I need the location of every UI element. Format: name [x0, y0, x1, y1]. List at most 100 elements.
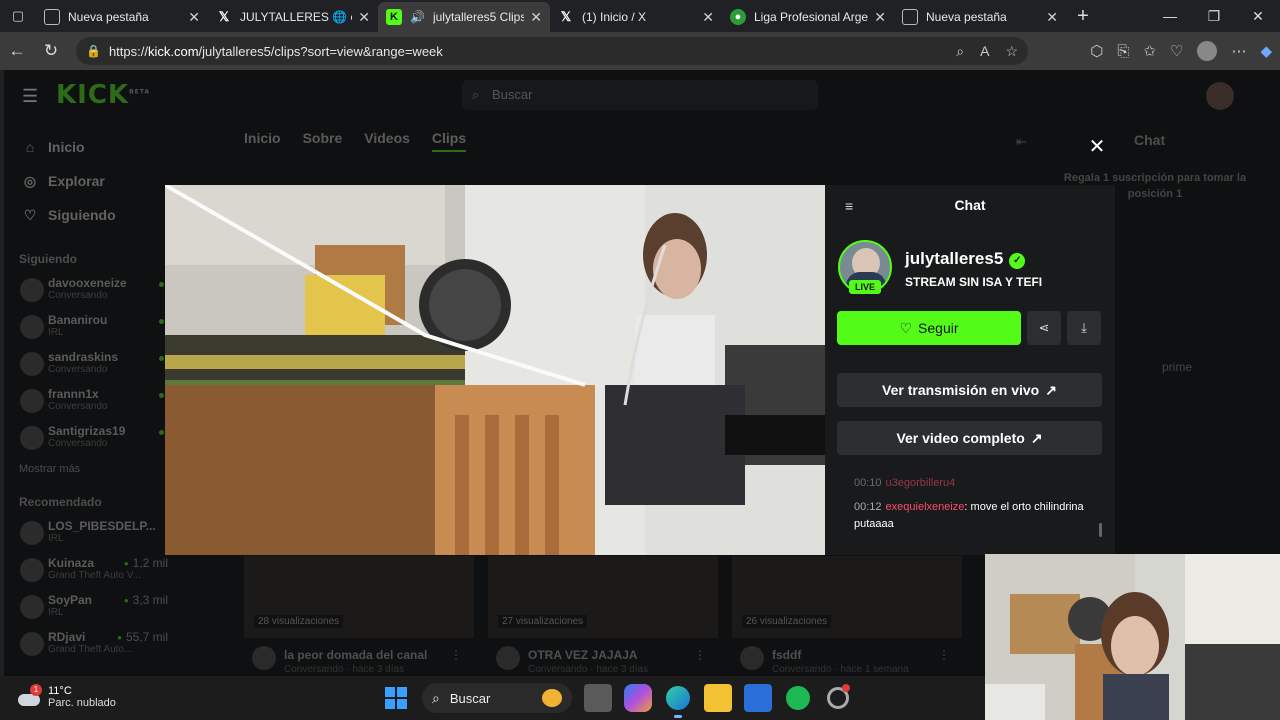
- prime-text: prime: [1162, 360, 1193, 374]
- tab-videos[interactable]: Videos: [364, 130, 410, 152]
- kick-top-nav: ☰ KICKBETA ⌕ Buscar: [4, 70, 1280, 122]
- more-options-icon[interactable]: ⋯: [1231, 42, 1246, 60]
- reload-icon[interactable]: ↻: [34, 41, 68, 61]
- clip-title[interactable]: OTRA VEZ JAJAJA: [528, 648, 638, 662]
- tab-liga-profesional[interactable]: ● Liga Profesional Argen ✕: [722, 2, 894, 32]
- clip-menu-icon[interactable]: ⋮: [694, 648, 706, 662]
- tab-inicio[interactable]: Inicio: [244, 130, 281, 152]
- settings-app-icon[interactable]: [824, 684, 852, 712]
- split-screen-icon[interactable]: ⎘: [1117, 43, 1129, 60]
- clip-title[interactable]: la peor domada del canal: [284, 648, 427, 662]
- close-tab-icon[interactable]: ✕: [874, 9, 886, 26]
- profile-avatar[interactable]: [1197, 41, 1218, 61]
- avatar: [20, 278, 44, 302]
- taskbar-search[interactable]: ⌕ Buscar: [422, 683, 572, 713]
- close-tab-icon[interactable]: ✕: [358, 9, 370, 26]
- close-tab-icon[interactable]: ✕: [188, 9, 200, 26]
- new-tab-button[interactable]: +: [1066, 5, 1100, 28]
- x-logo-icon: 𝕏: [218, 9, 230, 24]
- taskbar: 1 11°C Parc. nublado ⌕ Buscar: [0, 676, 985, 720]
- weather-widget[interactable]: 1 11°C Parc. nublado: [16, 684, 116, 710]
- recommended-channel[interactable]: SoyPanIRL3,3 mil: [4, 589, 184, 626]
- task-view-icon[interactable]: [584, 684, 612, 712]
- blank-page-icon: [44, 9, 60, 25]
- sidebar-item-explorar[interactable]: ◎ Explorar: [4, 164, 184, 198]
- start-button[interactable]: [382, 684, 410, 712]
- chat-scrollbar[interactable]: [1099, 523, 1102, 537]
- url-bar[interactable]: 🔒 https://kick.com/julytalleres5/clips?s…: [76, 37, 1028, 65]
- following-channel[interactable]: davooxeneize Conversando: [4, 272, 184, 309]
- extensions-icon[interactable]: ⬡: [1090, 42, 1103, 60]
- following-channel[interactable]: frannn1x Conversando: [4, 383, 184, 420]
- sidebar-item-siguiendo[interactable]: ♡ Siguiendo: [4, 198, 184, 232]
- sidebar-item-inicio[interactable]: ⌂ Inicio: [4, 130, 184, 164]
- tab-title: (1) Inicio / X: [582, 10, 647, 24]
- streamer-name[interactable]: julytalleres5 ✓: [905, 249, 1026, 269]
- back-icon[interactable]: ←: [0, 41, 34, 61]
- avatar: [20, 558, 44, 582]
- restore-icon[interactable]: ❐: [1192, 0, 1236, 32]
- minimize-icon[interactable]: —: [1148, 0, 1192, 32]
- clip-title[interactable]: fsddf: [772, 648, 801, 662]
- download-icon: ⤓: [1081, 320, 1087, 335]
- clip-card[interactable]: 26 visualizaciones fsddf Conversando · h…: [732, 556, 962, 675]
- address-toolbar: ← ↻ 🔒 https://kick.com/julytalleres5/cli…: [0, 32, 1280, 70]
- recommended-heading: Recomendado: [19, 495, 102, 509]
- following-channel[interactable]: sandraskins Conversando: [4, 346, 184, 383]
- clip-info-panel: ≡ Chat LIVE julytalleres5 ✓ STREAM SIN IS…: [825, 185, 1115, 555]
- close-modal-icon[interactable]: ✕: [1086, 136, 1108, 158]
- tab-nueva-pestana-1[interactable]: Nueva pestaña ✕: [36, 2, 208, 32]
- tab-julytalleres-x[interactable]: 𝕏 JULYTALLERES 🌐 en X ✕: [208, 2, 378, 32]
- collapse-chat-icon[interactable]: ⇤: [1016, 134, 1027, 150]
- following-channel[interactable]: Bananirou IRL: [4, 309, 184, 346]
- heart-icon: ♡: [899, 319, 913, 336]
- heart-icon: ♡: [23, 206, 37, 223]
- copilot-icon[interactable]: ◆: [1260, 42, 1272, 60]
- close-tab-icon[interactable]: ✕: [530, 9, 542, 26]
- search-placeholder: Buscar: [492, 87, 533, 102]
- tab-inicio-x[interactable]: 𝕏 (1) Inicio / X ✕: [550, 2, 722, 32]
- tab-clips[interactable]: Clips: [431, 130, 467, 152]
- close-tab-icon[interactable]: ✕: [702, 9, 714, 26]
- share-button[interactable]: ⋖: [1027, 311, 1061, 345]
- show-more-link[interactable]: Mostrar más: [4, 463, 184, 475]
- clip-menu-icon[interactable]: ⋮: [938, 648, 950, 662]
- speaker-icon[interactable]: 🔊: [410, 10, 425, 24]
- tab-julytalleres5-clips[interactable]: K 🔊 julytalleres5 Clips ✕: [378, 2, 550, 32]
- close-tab-icon[interactable]: ✕: [1046, 9, 1058, 26]
- microsoft-store-icon[interactable]: [744, 684, 772, 712]
- avatar: [20, 426, 44, 450]
- tab-actions-icon[interactable]: ▢: [0, 8, 36, 24]
- tab-sobre[interactable]: Sobre: [303, 130, 343, 152]
- close-window-icon[interactable]: ✕: [1236, 0, 1280, 32]
- lock-icon: 🔒: [86, 44, 101, 58]
- copilot-icon[interactable]: [624, 684, 652, 712]
- follow-button[interactable]: ♡ Seguir: [837, 311, 1021, 345]
- watch-full-video-button[interactable]: Ver video completo ↗: [837, 421, 1102, 455]
- performance-icon[interactable]: ♡: [1170, 42, 1183, 60]
- clip-video-player[interactable]: [165, 185, 825, 555]
- clip-menu-icon[interactable]: ⋮: [450, 648, 462, 662]
- kick-search-input[interactable]: ⌕ Buscar: [462, 80, 818, 110]
- recommended-channel[interactable]: KuinazaGrand Theft Auto V...1,2 mil: [4, 552, 184, 589]
- user-avatar[interactable]: [1206, 82, 1234, 110]
- clip-card[interactable]: 27 visualizaciones OTRA VEZ JAJAJA Conve…: [488, 556, 718, 675]
- favorite-star-icon[interactable]: ☆: [1005, 43, 1018, 60]
- hamburger-menu-icon[interactable]: ☰: [22, 86, 38, 107]
- tab-nueva-pestana-2[interactable]: Nueva pestaña ✕: [894, 2, 1066, 32]
- favorites-icon[interactable]: ✩: [1143, 42, 1156, 60]
- edge-browser-icon[interactable]: [664, 684, 692, 718]
- kick-logo[interactable]: KICKBETA: [56, 80, 150, 110]
- spotify-icon[interactable]: [784, 684, 812, 712]
- zoom-icon[interactable]: ⌕: [956, 43, 964, 60]
- kick-sidebar: ⌂ Inicio ◎ Explorar ♡ Siguiendo Siguiendo d…: [4, 122, 184, 676]
- recommended-channel[interactable]: LOS_PIBESDELP... IRL: [4, 515, 184, 552]
- following-channel[interactable]: Santigrizas19 Conversando: [4, 420, 184, 457]
- kick-logo-icon: K: [386, 9, 402, 25]
- recommended-channel[interactable]: RDjaviGrand Theft Auto...55,7 mil: [4, 626, 184, 663]
- clip-card[interactable]: 28 visualizaciones la peor domada del ca…: [244, 556, 474, 675]
- read-aloud-icon[interactable]: A: [980, 43, 989, 60]
- download-button[interactable]: ⤓: [1067, 311, 1101, 345]
- watch-live-button[interactable]: Ver transmisión en vivo ↗: [837, 373, 1102, 407]
- file-explorer-icon[interactable]: [704, 684, 732, 712]
